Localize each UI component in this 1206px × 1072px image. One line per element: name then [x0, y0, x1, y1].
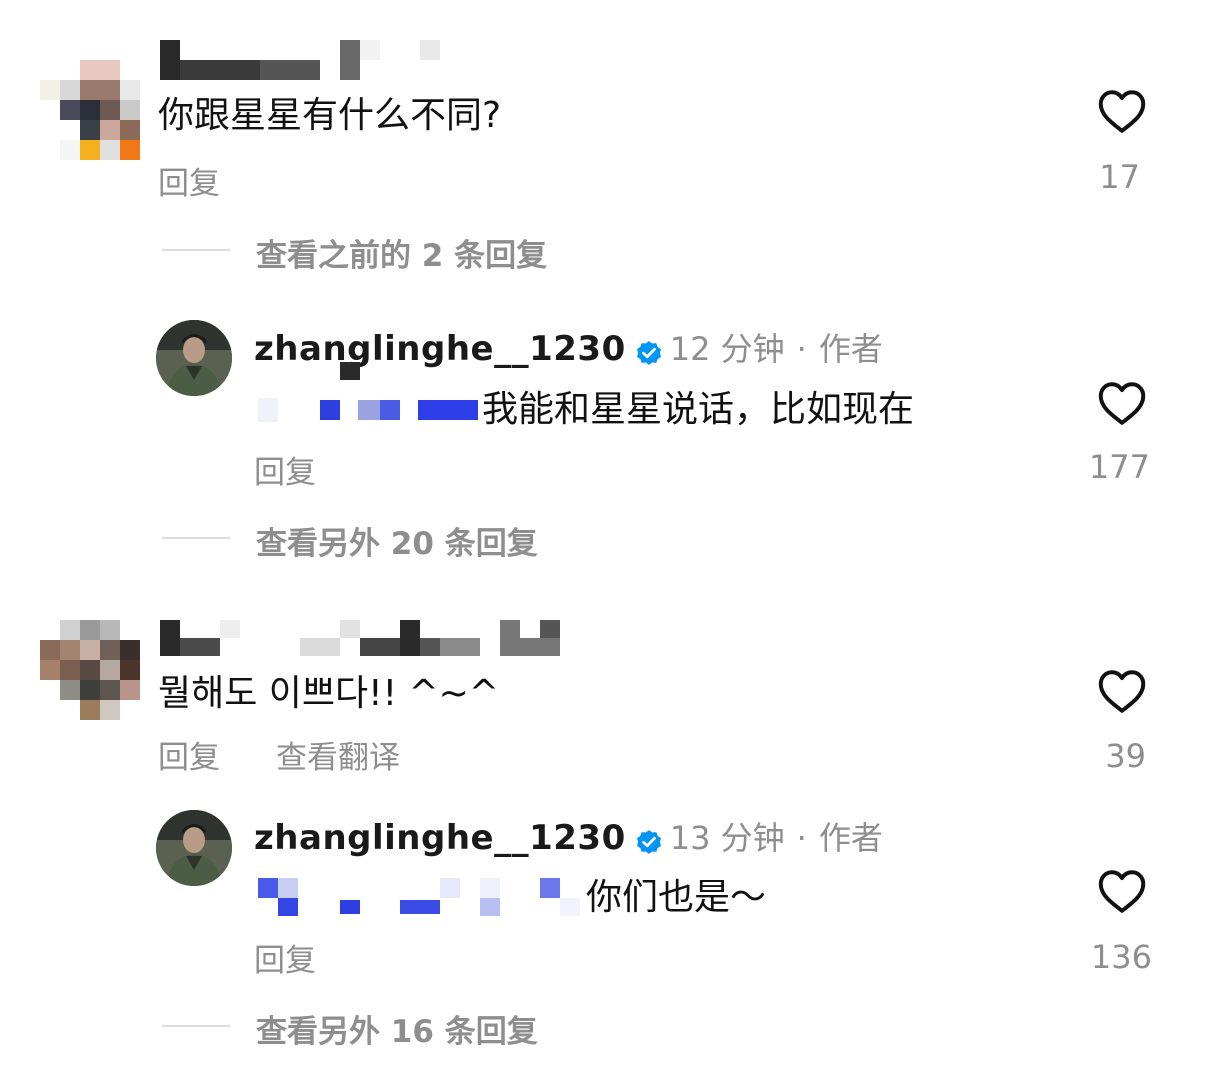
like-button[interactable] [1097, 88, 1147, 134]
verified-badge-icon [634, 338, 664, 368]
like-count: 17 [1099, 158, 1140, 196]
commenter-avatar[interactable] [40, 620, 140, 720]
view-more-replies-button[interactable]: 查看另外 16 条回复 [256, 1006, 538, 1051]
commenter-username-redacted-tail [440, 620, 560, 656]
like-button[interactable] [1097, 380, 1147, 426]
heart-outline-icon [1098, 670, 1146, 713]
heart-outline-icon [1098, 382, 1146, 425]
view-more-replies-button[interactable]: 查看另外 20 条回复 [256, 518, 538, 563]
comment-text: 뭘해도 이쁘다!! ^~^ [158, 673, 499, 714]
mention-redacted[interactable] [258, 398, 480, 422]
author-avatar-image [156, 810, 232, 886]
comments-thread: 你跟星星有什么不同? 回复 17 查看之前的 2 条回复 zhanglinghe… [0, 0, 1206, 1072]
reply-button[interactable]: 回复 [158, 158, 220, 203]
comment-text: 你跟星星有什么不同? [158, 95, 502, 136]
like-count: 177 [1088, 448, 1150, 486]
meta-separator: · [796, 330, 807, 368]
reply-button[interactable]: 回复 [254, 447, 316, 492]
mention-redacted[interactable] [258, 878, 580, 918]
reply-button[interactable]: 回复 [254, 935, 316, 980]
replies-divider [162, 537, 230, 539]
author-avatar[interactable] [156, 320, 232, 396]
reply-text: 你们也是～ [586, 877, 767, 918]
reply-username[interactable]: zhanglinghe__1230 [254, 818, 626, 858]
author-avatar-image [156, 320, 232, 396]
like-count: 39 [1105, 737, 1146, 775]
reply-username[interactable]: zhanglinghe__1230 [254, 329, 626, 369]
commenter-username-redacted[interactable] [160, 40, 450, 80]
replies-divider [162, 249, 230, 251]
author-label: 作者 [818, 819, 883, 857]
redacted-descender [340, 362, 360, 380]
like-count: 136 [1090, 938, 1152, 976]
reply-header: zhanglinghe__1230 13 分钟 · 作者 [254, 813, 883, 860]
author-avatar[interactable] [156, 810, 232, 886]
like-button[interactable] [1097, 868, 1147, 914]
verified-badge-icon [634, 827, 664, 857]
reply-time: 12 分钟 [669, 330, 785, 368]
author-label: 作者 [818, 330, 883, 368]
meta-separator: · [796, 819, 807, 857]
reply-text: 我能和星星说话，比如现在 [482, 389, 915, 430]
commenter-avatar[interactable] [20, 40, 140, 160]
reply-time: 13 分钟 [669, 819, 785, 857]
like-button[interactable] [1097, 668, 1147, 714]
replies-divider [162, 1025, 230, 1027]
reply-button[interactable]: 回复 [158, 732, 220, 777]
heart-outline-icon [1098, 90, 1146, 133]
heart-outline-icon [1098, 870, 1146, 913]
view-previous-replies-button[interactable]: 查看之前的 2 条回复 [256, 230, 547, 275]
see-translation-button[interactable]: 查看翻译 [276, 732, 400, 777]
